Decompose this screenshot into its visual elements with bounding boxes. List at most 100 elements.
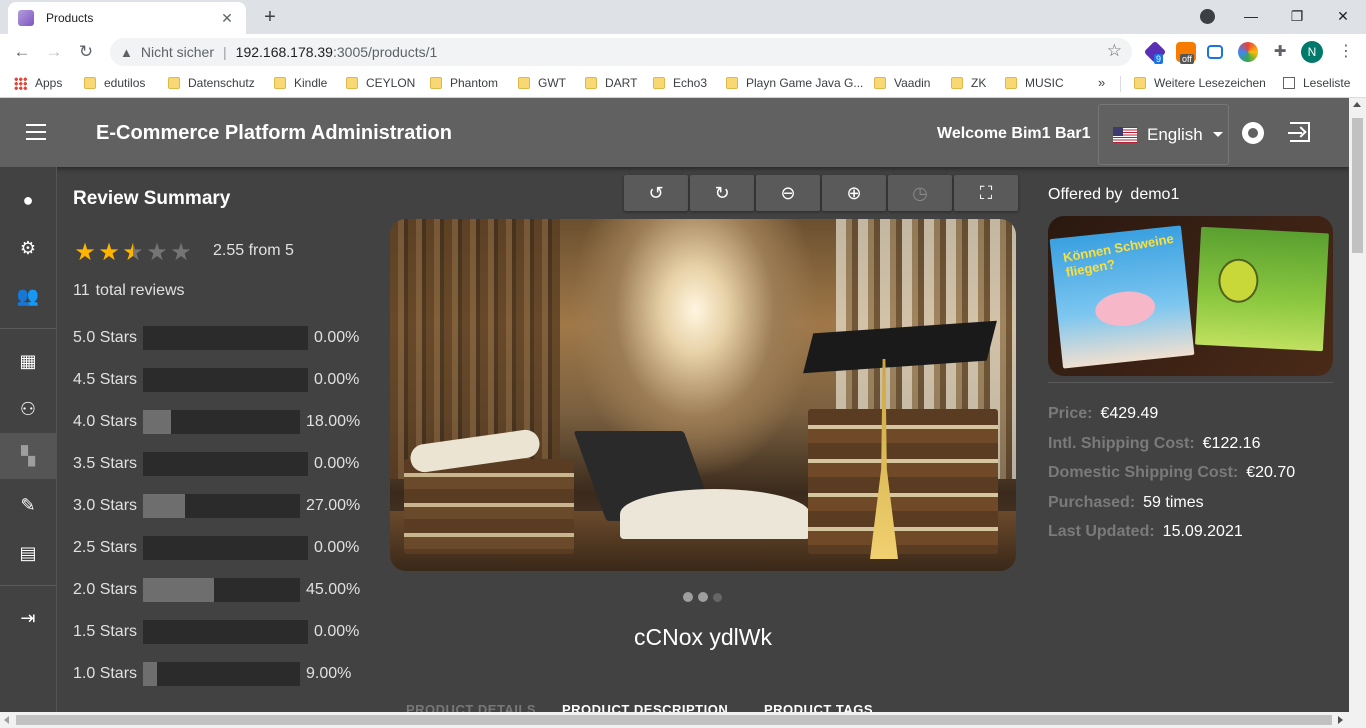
tab-title: Products [46,11,94,25]
carousel-dot[interactable] [698,592,708,602]
extension-off-badge: off [1180,54,1194,64]
star-full-icon: ★ [74,239,96,266]
folder-icon [518,77,530,89]
warning-icon[interactable]: ▲ [120,45,133,60]
rating-row-label: 1.0 Stars [73,665,138,682]
bookmark-music[interactable]: MUSIC [1005,76,1064,90]
image-detail [620,489,810,539]
carousel-dot[interactable] [713,593,722,602]
menu-icon[interactable] [26,124,46,140]
maximize-icon[interactable]: ❐ [1274,0,1320,32]
rating-bar-track [143,662,300,686]
rotate-left-icon[interactable]: ↺ [624,175,688,211]
star-empty-icon: ★ [146,239,168,266]
profile-avatar[interactable]: N [1301,41,1323,63]
carousel-dot[interactable] [683,592,693,602]
vertical-scroll-thumb[interactable] [1352,118,1363,253]
reset-history-icon[interactable]: ◷ [888,175,952,211]
zoom-out-icon[interactable]: ⊖ [756,175,820,211]
domestic-shipping-value: €20.70 [1246,464,1296,481]
language-select[interactable]: English [1098,104,1229,165]
rating-row: 3.5 Stars 0.00% [73,452,363,476]
bookmark-dart[interactable]: DART [585,76,637,90]
bookmark-datenschutz[interactable]: Datenschutz [168,76,255,90]
gallery-toolbar: ↺ ↻ ⊖ ⊕ ◷ ⛶ [624,175,1020,211]
bookmark-other[interactable]: Weitere Lesezeichen [1134,76,1266,90]
rating-bar-track [143,368,308,392]
rating-bar-fill [143,410,172,434]
last-updated-value: 15.09.2021 [1162,523,1243,540]
bookmark-gwt[interactable]: GWT [518,76,566,90]
more-bookmarks-icon[interactable]: » [1098,75,1105,90]
bookmark-kindle[interactable]: Kindle [274,76,327,90]
theme-settings-icon[interactable] [1244,124,1262,142]
window-close-icon[interactable]: ✕ [1320,0,1366,32]
url-host[interactable]: 192.168.178.39 [236,44,333,60]
rating-row-label: 5.0 Stars [73,329,138,346]
people-icon[interactable]: 👥 [0,274,56,318]
bookmark-apps[interactable]: Apps [14,76,62,90]
minimize-icon[interactable]: — [1228,0,1274,32]
group-icon[interactable]: ⚇ [0,387,56,431]
bookmark-star-icon[interactable]: ☆ [1107,41,1122,61]
zoom-in-icon[interactable]: ⊕ [822,175,886,211]
scroll-up-icon[interactable] [1353,102,1361,107]
seller-image: Können Schweine fliegen? [1048,216,1333,376]
extensions-puzzle-icon[interactable]: ✚ [1268,40,1292,64]
login-icon[interactable]: ⇥ [0,596,56,640]
folder-icon [1134,77,1146,89]
tab-product-description[interactable]: PRODUCT DESCRIPTION [562,702,728,712]
gavel-icon[interactable]: ✎ [0,483,56,527]
bookmark-vaadin[interactable]: Vaadin [874,76,930,90]
nav-divider [0,328,56,329]
scroll-left-icon[interactable] [4,716,9,724]
folder-icon [585,77,597,89]
tab-search-icon[interactable] [1200,9,1215,24]
rating-row: 3.0 Stars 27.00% [73,494,363,518]
rating-row-percent: 18.00% [306,413,361,430]
new-tab-icon[interactable]: + [258,5,282,29]
image-detail [1194,226,1330,352]
tab-product-tags[interactable]: PRODUCT TAGS [764,702,873,712]
rating-row-label: 1.5 Stars [73,623,138,640]
extension-color-icon[interactable] [1238,42,1258,62]
rotate-right-icon[interactable]: ↻ [690,175,754,211]
vertical-scrollbar[interactable] [1349,98,1366,712]
extension-cast-icon[interactable] [1207,45,1223,59]
dashboard-icon[interactable]: ▚ [0,433,56,479]
settings-icon[interactable]: ⚙ [0,226,56,270]
receipt-icon[interactable]: ▤ [0,531,56,575]
horizontal-scroll-thumb[interactable] [16,715,1332,725]
person-icon[interactable]: ● [0,178,56,222]
browser-tabstrip: Products ✕ + — ❐ ✕ [0,0,1366,34]
back-icon[interactable]: ← [10,40,34,64]
close-tab-icon[interactable]: ✕ [218,10,236,27]
url-path[interactable]: :3005/products/1 [333,44,437,60]
bookmark-phantom[interactable]: Phantom [430,76,498,90]
folder-icon [168,77,180,89]
bookmark-playn[interactable]: Playn Game Java G... [726,76,863,90]
seller-name[interactable]: demo1 [1130,186,1179,203]
scroll-right-icon[interactable] [1338,716,1343,724]
bookmark-zk[interactable]: ZK [951,76,986,90]
browser-tab[interactable]: Products ✕ [8,2,246,34]
bookmark-echo3[interactable]: Echo3 [653,76,707,90]
bookmark-ceylon[interactable]: CEYLON [346,76,415,90]
address-bar[interactable]: ▲ Nicht sicher | 192.168.178.39:3005/pro… [110,38,1132,66]
apps-icon[interactable]: ▦ [0,339,56,383]
rating-bar-track [143,326,308,350]
product-image[interactable] [390,219,1016,571]
horizontal-scrollbar[interactable] [0,712,1366,728]
forward-icon[interactable]: → [42,40,66,64]
language-label: English [1147,124,1203,144]
fullscreen-icon[interactable]: ⛶ [954,175,1018,211]
reload-icon[interactable]: ↻ [74,40,98,64]
bookmark-edutilos[interactable]: edutilos [84,76,145,90]
browser-menu-icon[interactable]: ⋮ [1338,41,1354,61]
reading-list[interactable]: Leseliste [1283,76,1350,90]
domestic-shipping-row: Domestic Shipping Cost: €20.70 [1048,464,1296,481]
insecure-label[interactable]: Nicht sicher [141,44,214,60]
rating-row-label: 4.5 Stars [73,371,138,388]
last-updated-row: Last Updated: 15.09.2021 [1048,523,1243,540]
tab-product-details[interactable]: PRODUCT DETAILS [406,702,536,712]
